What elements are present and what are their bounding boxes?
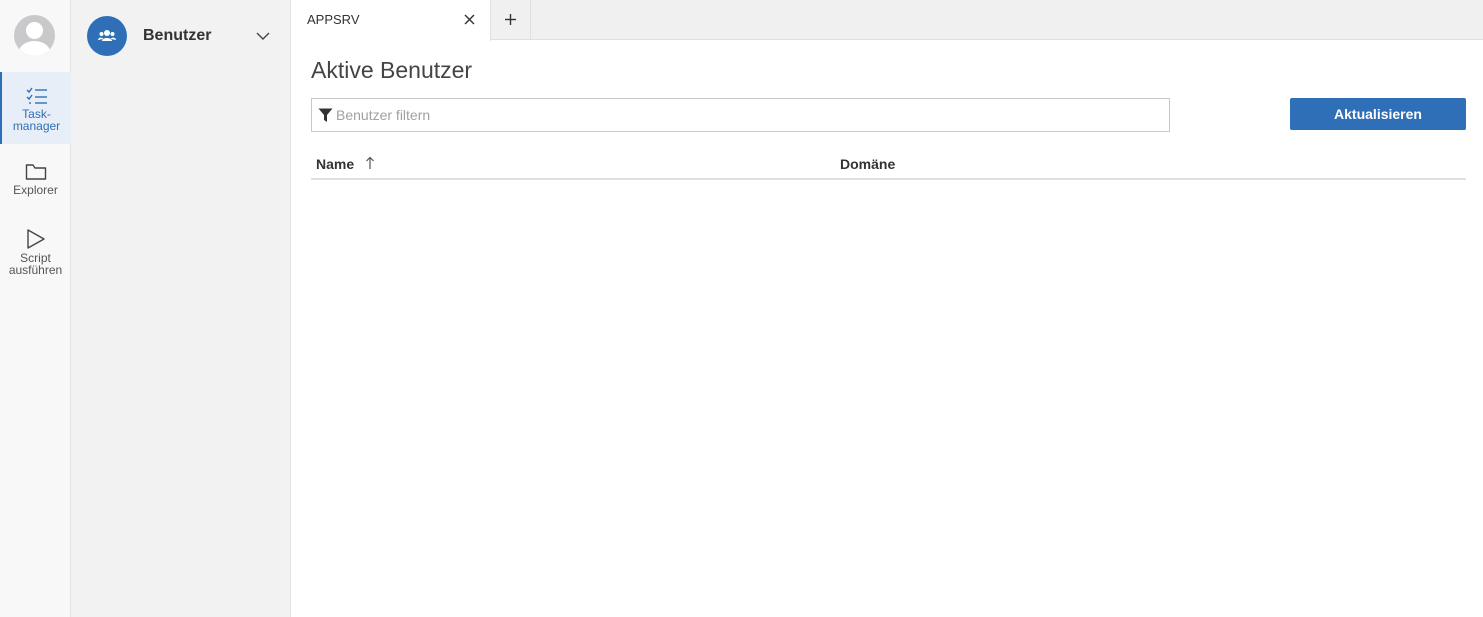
rail-item-label: Explorer <box>13 183 58 197</box>
filter-icon <box>318 108 333 122</box>
filter-field[interactable] <box>311 98 1170 132</box>
filter-input[interactable] <box>336 100 1156 130</box>
rail-item-taskmanager[interactable]: Task- manager <box>0 72 71 144</box>
play-icon <box>26 229 45 249</box>
panel-title: Benutzer <box>143 27 212 44</box>
side-panel: Benutzer <box>71 0 291 617</box>
add-tab-button[interactable] <box>491 0 531 40</box>
folder-icon <box>25 164 46 180</box>
task-list-icon <box>26 87 47 104</box>
app-window: Task- manager Explorer Script ausführen <box>0 0 1483 617</box>
close-icon[interactable] <box>463 13 476 26</box>
tab-bar: APPSRV <box>291 0 1483 41</box>
tab-label: APPSRV <box>307 12 360 27</box>
avatar-body <box>19 41 50 56</box>
rail-item-explorer[interactable]: Explorer <box>0 163 71 207</box>
nav-rail: Task- manager Explorer Script ausführen <box>0 0 71 617</box>
chevron-down-icon[interactable] <box>255 28 271 44</box>
avatar-head <box>26 22 43 39</box>
avatar[interactable] <box>14 15 55 56</box>
panel-header[interactable]: Benutzer <box>87 16 283 56</box>
table-header: Name Domäne <box>311 150 1466 180</box>
column-header-name[interactable]: Name <box>316 156 354 172</box>
column-header-domain[interactable]: Domäne <box>840 156 895 172</box>
rail-item-label: Task- manager <box>12 107 61 133</box>
users-icon <box>87 16 127 56</box>
sort-ascending-icon[interactable] <box>365 156 375 170</box>
plus-icon <box>505 14 516 25</box>
refresh-button[interactable]: Aktualisieren <box>1290 98 1466 130</box>
tab-appsrv[interactable]: APPSRV <box>291 0 491 41</box>
page-title: Aktive Benutzer <box>311 57 473 83</box>
rail-item-label: Script ausführen <box>8 251 63 277</box>
rail-item-script[interactable]: Script ausführen <box>0 229 71 281</box>
